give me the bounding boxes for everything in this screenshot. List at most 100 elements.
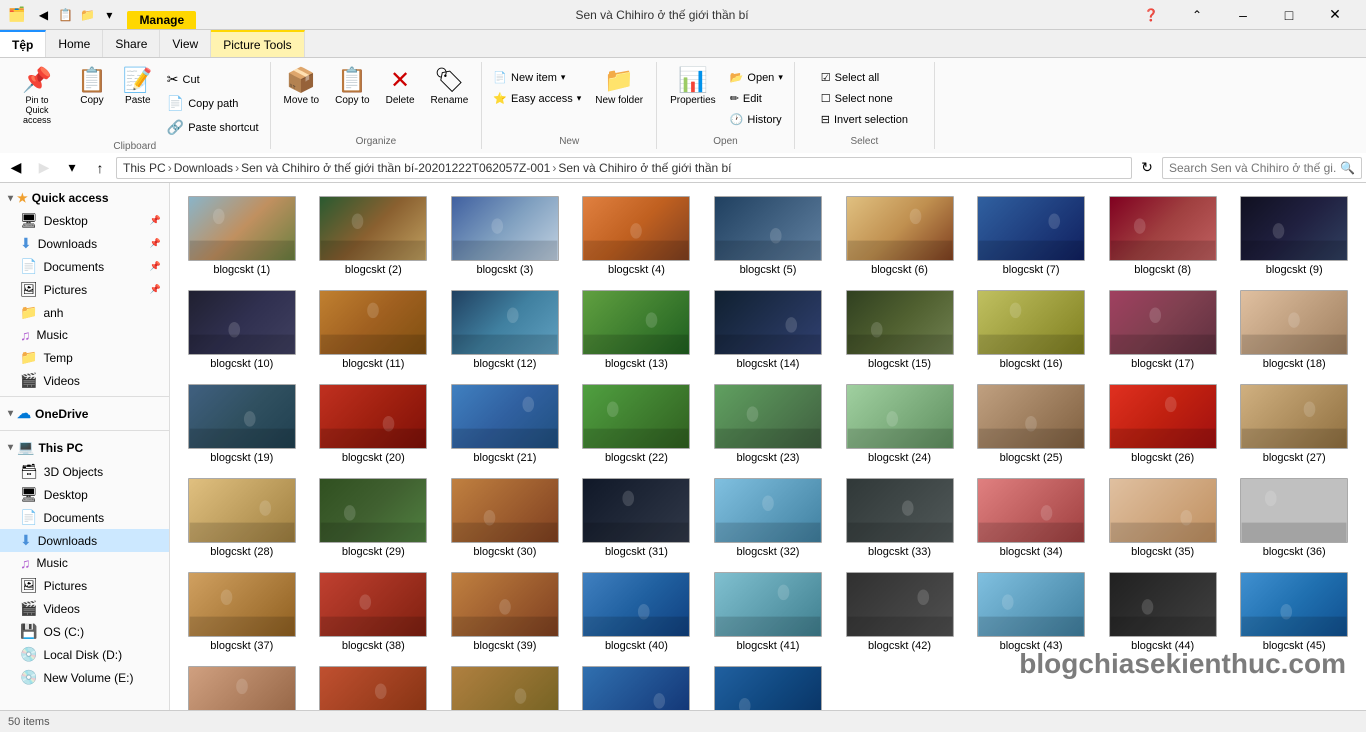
list-item[interactable]: blogcskt (9) (1230, 191, 1358, 281)
list-item[interactable]: blogcskt (6) (836, 191, 964, 281)
sidebar-item-documents[interactable]: 📄 Documents 📌 (0, 255, 169, 278)
refresh-btn[interactable]: ↻ (1136, 157, 1158, 179)
sidebar-pc-e[interactable]: 💿 New Volume (E:) (0, 666, 169, 689)
path-folder2[interactable]: Sen và Chihiro ở thế giới thần bí (558, 161, 731, 175)
list-item[interactable]: blogcskt (44) (1099, 567, 1227, 657)
rename-btn[interactable]: 🏷 Rename (424, 64, 476, 111)
sidebar-pc-documents[interactable]: 📄 Documents (0, 506, 169, 529)
sidebar-pc-c[interactable]: 💾 OS (C:) (0, 620, 169, 643)
sidebar-item-anh[interactable]: 📁 anh (0, 301, 169, 324)
list-item[interactable]: blogcskt (16) (967, 285, 1095, 375)
cut-btn[interactable]: ✂ Cut (162, 68, 264, 91)
list-item[interactable]: blogcskt (23) (704, 379, 832, 469)
edit-btn[interactable]: ✏ Edit (725, 89, 788, 108)
help-btn[interactable]: ❓ (1128, 0, 1174, 30)
new-folder-btn[interactable]: 📁 New folder (588, 64, 650, 111)
sidebar-item-downloads[interactable]: ⬇ Downloads 📌 (0, 232, 169, 255)
list-item[interactable]: blogcskt (17) (1099, 285, 1227, 375)
sidebar-item-videos[interactable]: 🎬 Videos (0, 369, 169, 392)
collapse-ribbon-btn[interactable]: ⌃ (1174, 0, 1220, 30)
qat-new-folder-btn[interactable]: 📁 (77, 5, 97, 25)
copy-big-btn[interactable]: 📋 Copy (70, 64, 114, 111)
search-input[interactable] (1169, 161, 1336, 175)
sidebar-thispc-header[interactable]: ▾ 💻 This PC (0, 435, 169, 460)
list-item[interactable]: blogcskt (5) (704, 191, 832, 281)
sidebar-pc-desktop[interactable]: 🖥 Desktop (0, 483, 169, 506)
list-item[interactable]: blogcskt (18) (1230, 285, 1358, 375)
sidebar-pc-pictures[interactable]: 🖼 Pictures (0, 574, 169, 597)
list-item[interactable]: blogcskt (33) (836, 473, 964, 563)
list-item[interactable]: blogcskt (38) (310, 567, 438, 657)
move-to-btn[interactable]: 📦 Move to (277, 64, 327, 111)
sidebar-pc-3d[interactable]: 🗃 3D Objects (0, 460, 169, 483)
properties-btn[interactable]: 📊 Properties (663, 64, 723, 111)
list-item[interactable]: blogcskt (12) (441, 285, 569, 375)
tab-tep[interactable]: Tệp (0, 30, 46, 57)
select-none-btn[interactable]: ☐ Select none (816, 89, 913, 108)
list-item[interactable]: blogcskt (32) (704, 473, 832, 563)
list-item[interactable]: blogcskt (26) (1099, 379, 1227, 469)
list-item[interactable]: blogcskt (40) (573, 567, 701, 657)
invert-selection-btn[interactable]: ⊟ Invert selection (816, 110, 913, 129)
minimize-btn[interactable]: – (1220, 0, 1266, 30)
sidebar-pc-d[interactable]: 💿 Local Disk (D:) (0, 643, 169, 666)
history-btn[interactable]: 🕐 History (725, 110, 788, 129)
qat-dropdown-btn[interactable]: ▾ (99, 5, 119, 25)
list-item[interactable]: blogcskt (29) (310, 473, 438, 563)
list-item[interactable]: blogcskt (27) (1230, 379, 1358, 469)
sidebar-onedrive-header[interactable]: ▾ ☁ OneDrive (0, 401, 169, 426)
qat-properties-btn[interactable]: 📋 (55, 5, 75, 25)
address-path[interactable]: This PC › Downloads › Sen và Chihiro ở t… (116, 157, 1132, 179)
back-btn[interactable]: ◀ (4, 156, 28, 180)
list-item[interactable]: blogcskt (41) (704, 567, 832, 657)
list-item[interactable]: blogcskt (20) (310, 379, 438, 469)
manage-tab-label[interactable]: Manage (127, 11, 196, 29)
list-item[interactable]: blogcskt (1) (178, 191, 306, 281)
list-item[interactable]: blogcskt (43) (967, 567, 1095, 657)
recent-locations-btn[interactable]: ▾ (60, 156, 84, 180)
sidebar-item-pictures[interactable]: 🖼 Pictures 📌 (0, 278, 169, 301)
paste-big-btn[interactable]: 📝 Paste (116, 64, 160, 111)
copy-path-btn[interactable]: 📄 Copy path (162, 92, 264, 115)
path-pc[interactable]: This PC (123, 161, 166, 175)
list-item[interactable]: blogcskt (42) (836, 567, 964, 657)
new-item-btn[interactable]: 📄 New item ▾ (488, 68, 586, 87)
forward-btn[interactable]: ▶ (32, 156, 56, 180)
list-item[interactable]: blogcskt (8) (1099, 191, 1227, 281)
list-item[interactable]: blogcskt (24) (836, 379, 964, 469)
sidebar-quick-access-header[interactable]: ▾ ★ Quick access (0, 187, 169, 209)
list-item[interactable]: blogcskt (3) (441, 191, 569, 281)
search-box[interactable]: 🔍 (1162, 157, 1362, 179)
easy-access-btn[interactable]: ⭐ Easy access ▾ (488, 89, 586, 108)
list-item[interactable]: blogcskt (31) (573, 473, 701, 563)
copy-to-btn[interactable]: 📋 Copy to (328, 64, 376, 111)
sidebar-item-temp[interactable]: 📁 Temp (0, 346, 169, 369)
list-item[interactable]: blogcskt (45) (1230, 567, 1358, 657)
list-item[interactable]: blogcskt (34) (967, 473, 1095, 563)
list-item[interactable]: blogcskt (22) (573, 379, 701, 469)
list-item[interactable]: blogcskt (4) (573, 191, 701, 281)
list-item[interactable]: blogcskt (28) (178, 473, 306, 563)
list-item[interactable]: blogcskt (39) (441, 567, 569, 657)
path-downloads[interactable]: Downloads (174, 161, 233, 175)
list-item[interactable]: blogcskt (35) (1099, 473, 1227, 563)
list-item[interactable]: blogcskt (48) (441, 661, 569, 710)
list-item[interactable]: blogcskt (7) (967, 191, 1095, 281)
tab-home[interactable]: Home (46, 30, 103, 57)
list-item[interactable]: blogcskt (15) (836, 285, 964, 375)
sidebar-item-music[interactable]: ♫ Music (0, 324, 169, 346)
list-item[interactable]: blogcskt (30) (441, 473, 569, 563)
pin-quick-access-btn[interactable]: 📌 Pin to Quick access (6, 64, 68, 130)
list-item[interactable]: blogcskt (37) (178, 567, 306, 657)
tab-view[interactable]: View (160, 30, 211, 57)
paste-shortcut-btn[interactable]: 🔗 Paste shortcut (162, 116, 264, 139)
sidebar-item-desktop[interactable]: 🖥 Desktop 📌 (0, 209, 169, 232)
list-item[interactable]: blogcskt (11) (310, 285, 438, 375)
list-item[interactable]: blogcskt (21) (441, 379, 569, 469)
select-all-btn[interactable]: ☑ Select all (816, 68, 913, 87)
list-item[interactable]: blogcskt (36) (1230, 473, 1358, 563)
list-item[interactable]: blogcskt (19) (178, 379, 306, 469)
list-item[interactable]: blogcskt (14) (704, 285, 832, 375)
list-item[interactable]: blogcskt (47) (310, 661, 438, 710)
list-item[interactable]: blogcskt (46) (178, 661, 306, 710)
